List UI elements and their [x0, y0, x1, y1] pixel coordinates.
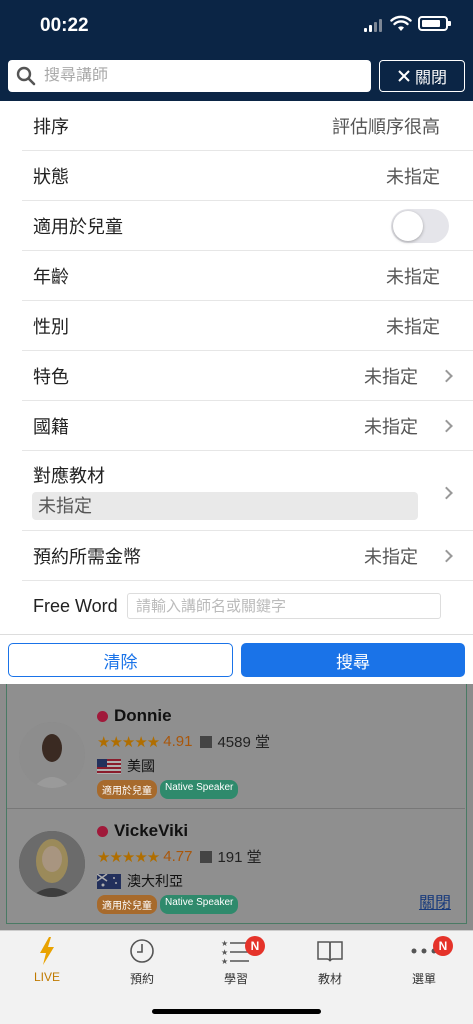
teacher-name: VickeViki: [114, 821, 189, 840]
tab-live[interactable]: LIVE: [12, 936, 82, 984]
tab-menu[interactable]: N 選單: [389, 936, 459, 987]
chevron-right-icon: [440, 549, 453, 562]
filter-kids-label: 適用於兒童: [33, 216, 123, 237]
filter-coins-label: 預約所需金幣: [33, 546, 141, 567]
cellular-signal-icon: [364, 18, 382, 32]
tag-kids: 適用於兒童: [97, 895, 157, 914]
filter-panel: 排序 評估順序很高 狀態 未指定 適用於兒童 年齡 未指定 性別 未指定 特色 …: [0, 101, 473, 634]
rating-value: 4.77: [163, 848, 193, 865]
top-header: 00:22 關閉: [0, 0, 473, 101]
filter-status-value: 未指定: [386, 166, 440, 187]
notification-badge: N: [245, 936, 265, 956]
tag-kids: 適用於兒童: [97, 780, 157, 799]
australia-flag-icon: [97, 873, 121, 889]
list-close-link[interactable]: 關閉: [419, 889, 451, 913]
tab-label: 選單: [411, 972, 436, 986]
filter-freeword: Free Word: [22, 581, 473, 631]
search-button[interactable]: 搜尋: [241, 643, 465, 677]
notification-badge: N: [433, 936, 453, 956]
home-indicator: [152, 1009, 321, 1014]
status-time: 00:22: [40, 15, 89, 36]
search-icon: [16, 66, 36, 86]
teacher-list-dimmed: Donnie ★★★★★ 4.91 4589 堂 美國 適用於兒童 Native…: [0, 684, 473, 930]
battery-icon: [418, 16, 451, 31]
action-bar: 清除 搜尋: [0, 634, 473, 684]
filter-gender-value: 未指定: [386, 316, 440, 337]
tab-label: LIVE: [33, 970, 60, 984]
list-item[interactable]: VickeViki ★★★★★ 4.77 191 堂 澳大利亞 適用於兒童 Na…: [7, 809, 465, 924]
material-select[interactable]: 未指定: [32, 492, 418, 520]
close-button-label: 關閉: [414, 70, 447, 87]
filter-features[interactable]: 特色 未指定: [22, 351, 473, 401]
search-input[interactable]: [44, 67, 344, 85]
clock-icon: [130, 939, 154, 963]
svg-text:★: ★: [221, 948, 228, 957]
avatar: [19, 831, 85, 897]
filter-sort[interactable]: 排序 評估順序很高: [22, 101, 473, 151]
filter-features-value: 未指定: [364, 366, 418, 387]
tag-native-speaker: Native Speaker: [160, 780, 239, 799]
freeword-input[interactable]: [127, 593, 441, 619]
avatar: [19, 722, 85, 788]
filter-material-label: 對應教材: [33, 466, 105, 486]
filter-status[interactable]: 狀態 未指定: [22, 151, 473, 201]
filter-coins[interactable]: 預約所需金幣 未指定: [22, 531, 473, 581]
teacher-country: 美國: [127, 758, 155, 774]
filter-nationality-value: 未指定: [364, 416, 418, 437]
filter-status-label: 狀態: [33, 166, 69, 187]
filter-kids: 適用於兒童: [22, 201, 473, 251]
filter-age-label: 年齡: [33, 266, 69, 287]
filter-features-label: 特色: [33, 366, 69, 387]
teacher-list-frame: Donnie ★★★★★ 4.91 4589 堂 美國 適用於兒童 Native…: [6, 684, 467, 924]
book-icon: [317, 941, 343, 962]
kids-toggle[interactable]: [391, 208, 449, 243]
filter-freeword-label: Free Word: [33, 595, 118, 616]
rating-value: 4.91: [163, 733, 193, 750]
filter-gender-label: 性別: [33, 316, 69, 337]
chevron-right-icon: [440, 369, 453, 382]
chevron-right-icon: [440, 419, 453, 432]
wifi-icon: [390, 15, 412, 31]
lesson-count: 191 堂: [217, 849, 262, 866]
tab-label: 預約: [129, 972, 154, 986]
filter-age-value: 未指定: [386, 266, 440, 287]
list-item[interactable]: Donnie ★★★★★ 4.91 4589 堂 美國 適用於兒童 Native…: [7, 694, 465, 809]
teacher-country: 澳大利亞: [127, 873, 183, 889]
status-dot: [97, 710, 108, 722]
tab-reservation[interactable]: 預約: [107, 936, 177, 987]
lessons-chart-icon: [200, 735, 213, 748]
tab-study[interactable]: ★ ★ ★ N 學習: [201, 936, 271, 987]
filter-nationality[interactable]: 國籍 未指定: [22, 401, 473, 451]
svg-text:★: ★: [221, 957, 228, 964]
star-rating-icon: ★★★★★: [97, 733, 160, 751]
tab-label: 教材: [317, 972, 342, 986]
us-flag-icon: [97, 758, 121, 774]
filter-coins-value: 未指定: [364, 546, 418, 567]
star-rating-icon: ★★★★★: [97, 848, 160, 866]
close-button[interactable]: 關閉: [379, 60, 465, 92]
status-dot: [97, 825, 108, 837]
clear-button[interactable]: 清除: [8, 643, 233, 677]
teacher-name: Donnie: [114, 706, 172, 725]
lightning-icon: [40, 937, 54, 965]
search-box[interactable]: [8, 60, 371, 92]
svg-text:★: ★: [221, 939, 228, 948]
filter-age[interactable]: 年齡 未指定: [22, 251, 473, 301]
filter-material[interactable]: 對應教材 未指定: [22, 451, 473, 531]
filter-gender[interactable]: 性別 未指定: [22, 301, 473, 351]
tag-native-speaker: Native Speaker: [160, 895, 239, 914]
tab-materials[interactable]: 教材: [295, 936, 365, 987]
tab-label: 學習: [223, 972, 248, 986]
lesson-count: 4589 堂: [217, 734, 270, 751]
filter-nationality-label: 國籍: [33, 416, 69, 437]
lessons-chart-icon: [200, 850, 213, 863]
chevron-right-icon: [440, 486, 453, 500]
filter-sort-label: 排序: [33, 116, 69, 137]
close-icon: [398, 70, 410, 82]
filter-sort-value: 評估順序很高: [332, 116, 440, 137]
